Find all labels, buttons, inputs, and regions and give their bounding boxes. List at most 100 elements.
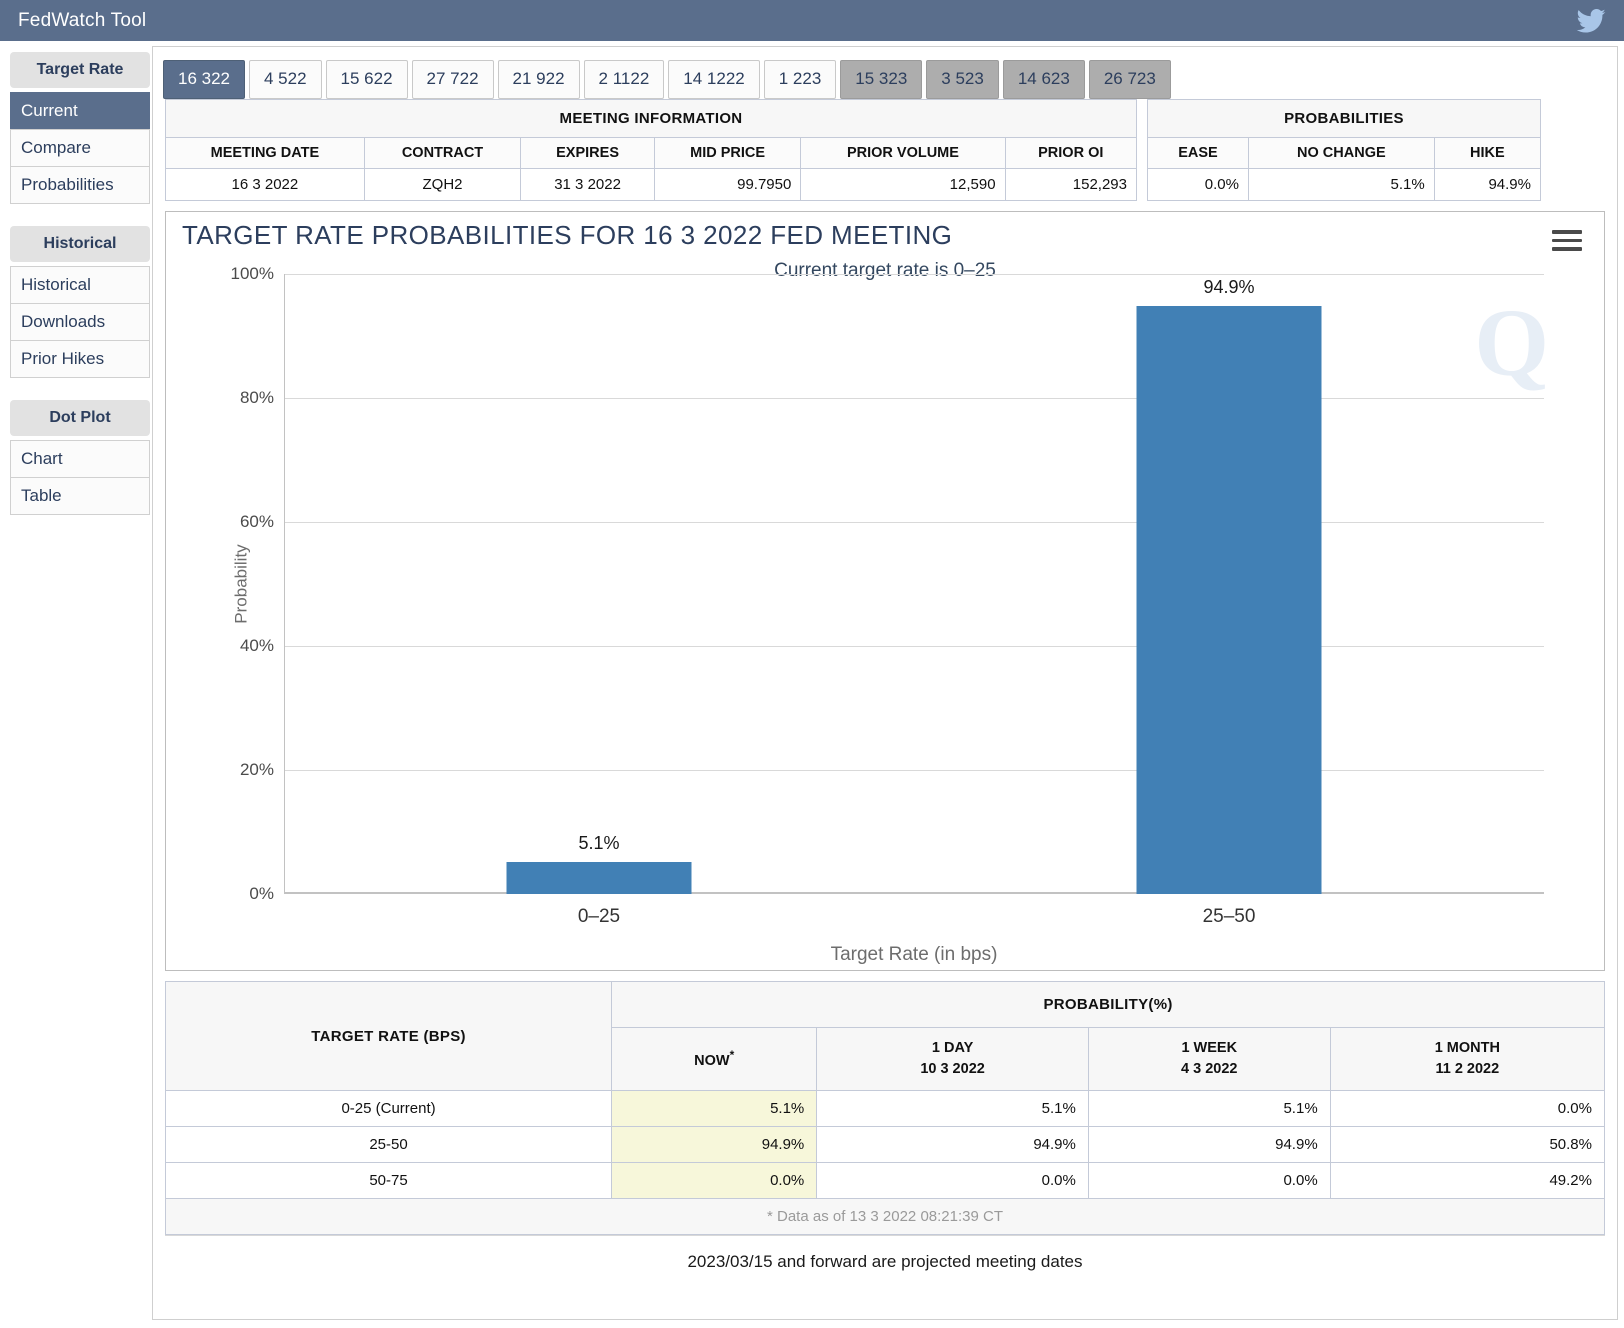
tab-16-322[interactable]: 16 322 bbox=[163, 60, 245, 99]
sidebar-item-table[interactable]: Table bbox=[10, 477, 150, 515]
bar-25-50[interactable] bbox=[1136, 305, 1322, 894]
sidebar: Target Rate Current Compare Probabilitie… bbox=[0, 52, 160, 515]
cell-1month-25-50: 50.8% bbox=[1329, 1126, 1606, 1164]
tab-27-722[interactable]: 27 722 bbox=[411, 60, 494, 99]
col-now-label: NOW bbox=[694, 1052, 730, 1069]
col-mid-price: MID PRICE bbox=[653, 137, 802, 169]
hamburger-menu-icon[interactable] bbox=[1552, 230, 1582, 256]
col-prior-oi: PRIOR OI bbox=[1004, 137, 1138, 169]
tab-4-522[interactable]: 4 522 bbox=[249, 60, 322, 99]
table-row: 50-75 0.0% 0.0% 0.0% 49.2% bbox=[164, 1162, 1606, 1200]
col-prior-volume: PRIOR VOLUME bbox=[800, 137, 1006, 169]
tab-15-323[interactable]: 15 323 bbox=[840, 60, 923, 99]
cell-rate-50-75: 50-75 bbox=[164, 1162, 613, 1200]
tab-3-523[interactable]: 3 523 bbox=[926, 60, 999, 99]
projected-meeting-dates-note: 2023/03/15 and forward are projected mee… bbox=[165, 1235, 1605, 1286]
main-panel: 16 322 4 522 15 622 27 722 21 922 2 1122… bbox=[152, 46, 1618, 1320]
cell-1day-25-50: 94.9% bbox=[816, 1126, 1089, 1164]
cell-now-50-75: 0.0% bbox=[611, 1162, 818, 1200]
tab-14-623[interactable]: 14 623 bbox=[1002, 60, 1085, 99]
col-meeting-date: MEETING DATE bbox=[165, 137, 365, 169]
probability-span-header: PROBABILITY(%) bbox=[611, 981, 1605, 1028]
cell-expires: 31 3 2022 bbox=[520, 168, 655, 201]
probabilities-header: PROBABILITIES bbox=[1147, 99, 1541, 138]
col-hike: HIKE bbox=[1433, 137, 1542, 169]
chart-title: TARGET RATE PROBABILITIES FOR 16 3 2022 … bbox=[182, 220, 953, 250]
cell-mid-price: 99.7950 bbox=[653, 168, 802, 201]
cell-ease: 0.0% bbox=[1147, 168, 1249, 201]
ytick-40: 40% bbox=[239, 636, 274, 655]
col-1-month-label: 1 MONTH bbox=[1434, 1040, 1500, 1056]
tab-15-622[interactable]: 15 622 bbox=[325, 60, 408, 99]
fedwatch-app: FedWatch Tool Target Rate Current Compar… bbox=[0, 0, 1624, 1328]
cell-no-change: 5.1% bbox=[1247, 168, 1435, 201]
twitter-icon[interactable] bbox=[1576, 8, 1606, 33]
cell-1week-25-50: 94.9% bbox=[1087, 1126, 1331, 1164]
ytick-20: 20% bbox=[239, 760, 274, 779]
col-target-rate-bps: TARGET RATE (BPS) bbox=[164, 980, 613, 1092]
probabilities-summary-table: PROBABILITIES EASE NO CHANGE HIKE 0.0% 5… bbox=[1147, 99, 1542, 201]
x-axis-label: Target Rate (in bps) bbox=[830, 944, 998, 965]
meeting-information-header: MEETING INFORMATION bbox=[165, 99, 1137, 138]
ytick-0: 0% bbox=[249, 884, 274, 903]
cell-now-0-25: 5.1% bbox=[611, 1090, 818, 1128]
sidebar-group-historical: Historical bbox=[10, 226, 150, 262]
chart-plot-area: 100% 80% 60% 40% 20% 0% Probability Targ… bbox=[231, 264, 1544, 965]
tab-1-223[interactable]: 1 223 bbox=[763, 60, 837, 99]
tab-26-723[interactable]: 26 723 bbox=[1088, 60, 1171, 99]
page-title: FedWatch Tool bbox=[18, 9, 147, 31]
table-header-row: EASE NO CHANGE HIKE bbox=[1147, 137, 1542, 169]
cell-1month-50-75: 49.2% bbox=[1329, 1162, 1606, 1200]
sidebar-item-prior-hikes[interactable]: Prior Hikes bbox=[10, 340, 150, 378]
meeting-information-table: MEETING INFORMATION MEETING DATE CONTRAC… bbox=[165, 99, 1138, 201]
y-axis-label: Probability bbox=[231, 544, 251, 624]
bar-slot-25-50: 94.9% 25–50 bbox=[914, 274, 1544, 927]
cell-prior-oi: 152,293 bbox=[1004, 168, 1138, 201]
cell-1week-50-75: 0.0% bbox=[1087, 1162, 1331, 1200]
cell-hike: 94.9% bbox=[1433, 168, 1542, 201]
col-1-day-date: 10 3 2022 bbox=[920, 1061, 985, 1078]
bar-0-25[interactable] bbox=[506, 862, 692, 894]
cell-1week-0-25: 5.1% bbox=[1087, 1090, 1331, 1128]
tab-14-1222[interactable]: 14 1222 bbox=[668, 60, 760, 99]
cell-rate-0-25: 0-25 (Current) bbox=[164, 1090, 613, 1128]
col-no-change: NO CHANGE bbox=[1247, 137, 1435, 169]
col-now-marker: * bbox=[729, 1047, 735, 1062]
ytick-60: 60% bbox=[239, 512, 274, 531]
cell-1month-0-25: 0.0% bbox=[1329, 1090, 1606, 1128]
sidebar-item-historical[interactable]: Historical bbox=[10, 266, 150, 303]
tab-21-922[interactable]: 21 922 bbox=[497, 60, 580, 99]
table-row: 0.0% 5.1% 94.9% bbox=[1147, 168, 1542, 201]
col-1-month: 1 MONTH 11 2 2022 bbox=[1329, 1026, 1606, 1092]
col-expires: EXPIRES bbox=[520, 137, 655, 169]
ytick-80: 80% bbox=[239, 388, 274, 407]
col-ease: EASE bbox=[1147, 137, 1249, 169]
chart-card: TARGET RATE PROBABILITIES FOR 16 3 2022 … bbox=[165, 211, 1605, 971]
cell-rate-25-50: 25-50 bbox=[164, 1126, 613, 1164]
sidebar-item-downloads[interactable]: Downloads bbox=[10, 303, 150, 340]
xtick-25-50: 25–50 bbox=[1202, 906, 1256, 927]
sidebar-item-compare[interactable]: Compare bbox=[10, 129, 150, 166]
cell-1day-0-25: 5.1% bbox=[816, 1090, 1089, 1128]
sidebar-item-probabilities[interactable]: Probabilities bbox=[10, 166, 150, 204]
sidebar-group-target-rate: Target Rate bbox=[10, 52, 150, 88]
sidebar-item-chart[interactable]: Chart bbox=[10, 440, 150, 477]
tab-2-1122[interactable]: 2 1122 bbox=[583, 60, 665, 99]
col-1-week: 1 WEEK 4 3 2022 bbox=[1087, 1026, 1331, 1092]
summary-tables-row: MEETING INFORMATION MEETING DATE CONTRAC… bbox=[153, 99, 1617, 201]
col-1-week-date: 4 3 2022 bbox=[1181, 1061, 1238, 1078]
col-1-day: 1 DAY 10 3 2022 bbox=[816, 1026, 1089, 1092]
plot-inner: 100% 80% 60% 40% 20% 0% Probability Targ… bbox=[231, 264, 1544, 965]
meeting-date-tabs: 16 322 4 522 15 622 27 722 21 922 2 1122… bbox=[153, 47, 1617, 99]
cell-prior-volume: 12,590 bbox=[800, 168, 1006, 201]
table-row: 0-25 (Current) 5.1% 5.1% 5.1% 0.0% bbox=[164, 1090, 1606, 1128]
bar-value-0-25: 5.1% bbox=[578, 833, 620, 854]
probability-table-wrapper: TARGET RATE (BPS) PROBABILITY(%) NOW* 1 … bbox=[164, 980, 1606, 1236]
sidebar-group-dot-plot: Dot Plot bbox=[10, 400, 150, 436]
cell-now-25-50: 94.9% bbox=[611, 1126, 818, 1164]
col-now: NOW* bbox=[611, 1026, 818, 1092]
sidebar-item-current[interactable]: Current bbox=[10, 92, 150, 129]
col-contract: CONTRACT bbox=[363, 137, 522, 169]
table-header-row: MEETING DATE CONTRACT EXPIRES MID PRICE … bbox=[165, 137, 1138, 169]
data-as-of-footnote: * Data as of 13 3 2022 08:21:39 CT bbox=[165, 1198, 1605, 1236]
